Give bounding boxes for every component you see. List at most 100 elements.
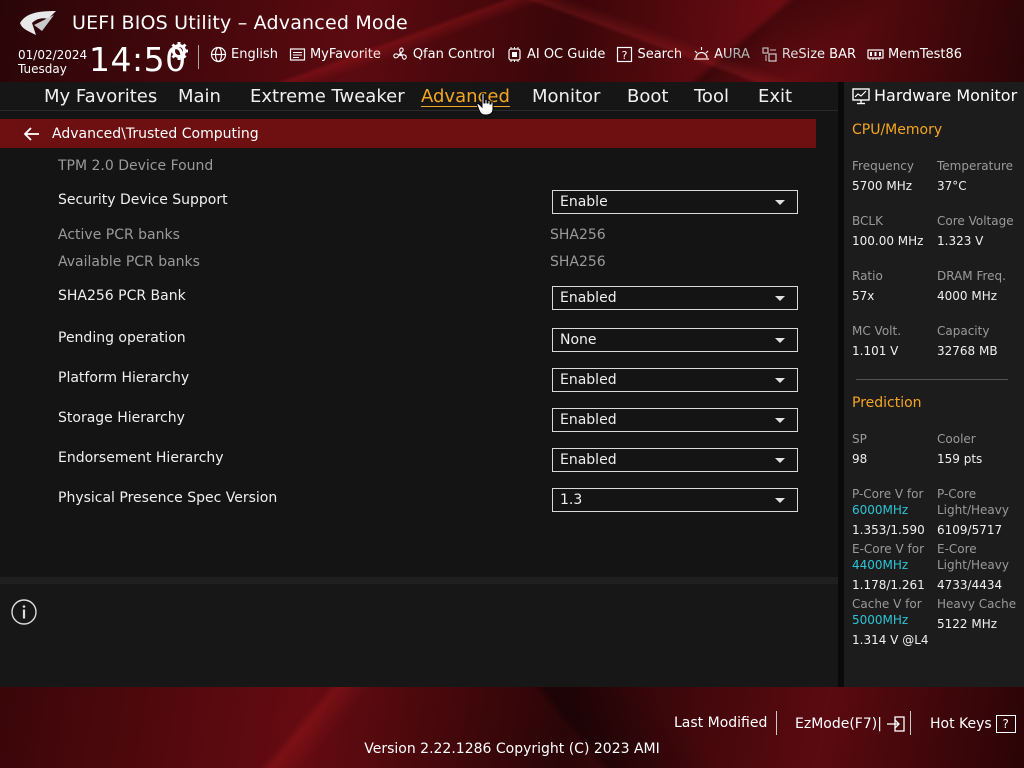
stat-label: Core Voltage — [937, 214, 1014, 228]
chevron-down-icon — [775, 417, 785, 423]
memtest86-label: MemTest86 — [888, 47, 963, 62]
back-arrow-icon[interactable] — [22, 126, 42, 142]
dropdown-value: None — [560, 332, 597, 348]
tab-exit[interactable]: Exit — [758, 86, 792, 107]
footer-separator — [910, 711, 911, 735]
qfan-label: Qfan Control — [412, 47, 495, 62]
fan-icon — [393, 47, 407, 60]
tab-monitor[interactable]: Monitor — [532, 86, 600, 107]
search-button[interactable]: ? Search — [616, 46, 682, 63]
date-text: 01/02/2024 — [18, 48, 88, 62]
tab-extreme-tweaker[interactable]: Extreme Tweaker — [250, 86, 405, 107]
stat-value: 1.353/1.590 — [852, 523, 925, 537]
stat-label: Heavy Cache — [937, 597, 1017, 611]
search-label: Search — [637, 47, 683, 62]
tab-main[interactable]: Main — [178, 86, 221, 107]
storage-hierarchy-dropdown[interactable]: Enabled — [552, 408, 798, 432]
mc-volt-stat: MC Volt. 1.101 V — [852, 323, 901, 359]
help-panel — [0, 584, 838, 687]
tab-boot[interactable]: Boot — [627, 86, 668, 107]
myfavorite-button[interactable]: MyFavorite — [289, 46, 381, 63]
version-text: Version 2.22.1286 Copyright (C) 2023 AMI — [364, 741, 660, 757]
setting-label-active-pcr-banks: Active PCR banks — [58, 227, 180, 243]
header-bar: UEFI BIOS Utility – Advanced Mode 01/02/… — [0, 0, 1024, 82]
setting-label-pending-operation: Pending operation — [58, 330, 186, 346]
chevron-down-icon — [775, 199, 785, 205]
stat-value: 5122 MHz — [937, 617, 998, 631]
endorsement-hierarchy-dropdown[interactable]: Enabled — [552, 448, 798, 472]
stat-value: 1.314 V @L4 — [852, 633, 929, 647]
capacity-stat: Capacity 32768 MB — [937, 323, 998, 359]
stat-value: 1.101 V — [852, 344, 899, 358]
favorite-icon — [289, 48, 306, 61]
main-menu: My Favorites Main Extreme Tweaker Advanc… — [0, 82, 838, 111]
memtest86-button[interactable]: MemTest86 — [867, 46, 962, 63]
ratio-stat: Ratio 57x — [852, 268, 883, 304]
breadcrumb: Advanced\Trusted Computing — [0, 119, 816, 148]
setting-label-platform-hierarchy: Platform Hierarchy — [58, 370, 190, 386]
physical-presence-spec-version-dropdown[interactable]: 1.3 — [552, 488, 798, 512]
dropdown-value: Enable — [560, 194, 608, 210]
pending-operation-dropdown[interactable]: None — [552, 328, 798, 352]
platform-hierarchy-dropdown[interactable]: Enabled — [552, 368, 798, 392]
bclk-stat: BCLK 100.00 MHz — [852, 213, 923, 249]
language-button[interactable]: English — [210, 46, 278, 63]
stat-label: Cache V for — [852, 597, 922, 611]
stat-value: 98 — [852, 452, 868, 466]
stat-label: DRAM Freq. — [937, 269, 1006, 283]
core-voltage-stat: Core Voltage 1.323 V — [937, 213, 1014, 249]
settings-panel: TPM 2.0 Device Found Security Device Sup… — [0, 148, 838, 578]
question-key-icon: ? — [995, 715, 1016, 733]
resize-bar-button[interactable]: ReSize BAR — [761, 46, 856, 63]
heavy-cache-stat: Heavy Cache 5122 MHz — [937, 596, 1016, 632]
stat-label: E-Core — [937, 542, 977, 556]
setting-label-available-pcr-banks: Available PCR banks — [58, 254, 200, 270]
hot-keys-button[interactable]: Hot Keys ? — [930, 715, 1016, 733]
ezmode-button[interactable]: EzMode(F7)| — [795, 715, 906, 733]
stat-value: 1.323 V — [937, 234, 984, 248]
tab-tool[interactable]: Tool — [694, 86, 729, 107]
stat-value: 4000 MHz — [937, 289, 998, 303]
ecore-light-heavy-stat: E-Core Light/Heavy 4733/4434 — [937, 541, 1009, 593]
frequency-stat: Frequency 5700 MHz — [852, 158, 914, 194]
stat-freq: 5000MHz — [852, 613, 909, 627]
ai-oc-guide-button[interactable]: AI OC Guide — [506, 46, 605, 63]
last-modified-button[interactable]: Last Modified — [674, 715, 767, 731]
breadcrumb-path: Advanced\Trusted Computing — [52, 125, 259, 142]
memory-icon — [867, 49, 884, 60]
exit-arrow-icon — [886, 716, 905, 732]
dropdown-value: Enabled — [560, 372, 617, 388]
gear-icon[interactable] — [170, 42, 188, 60]
stat-label: E-Core V for — [852, 542, 925, 556]
qfan-control-button[interactable]: Qfan Control — [392, 46, 495, 63]
setting-label-physical-presence-spec-version: Physical Presence Spec Version — [58, 490, 278, 506]
tpm-found-text: TPM 2.0 Device Found — [58, 158, 214, 174]
resize-bar-icon — [762, 47, 777, 62]
chip-icon — [508, 47, 521, 62]
language-label: English — [231, 47, 278, 62]
chevron-down-icon — [775, 497, 785, 503]
setting-label-endorsement-hierarchy: Endorsement Hierarchy — [58, 450, 224, 466]
stat-label: SP — [852, 432, 867, 446]
stat-label: Light/Heavy — [937, 503, 1009, 517]
available-pcr-banks-value: SHA256 — [550, 254, 606, 270]
myfavorite-label: MyFavorite — [309, 47, 381, 62]
stat-label: MC Volt. — [852, 324, 902, 338]
setting-label-security-device-support: Security Device Support — [58, 192, 228, 208]
sp-stat: SP 98 — [852, 431, 867, 467]
stat-label: Capacity — [937, 324, 990, 338]
chevron-down-icon — [775, 337, 785, 343]
hand-cursor-icon — [476, 92, 494, 116]
dropdown-value: 1.3 — [560, 492, 583, 508]
sha256-pcr-bank-dropdown[interactable]: Enabled — [552, 286, 798, 310]
active-pcr-banks-value: SHA256 — [550, 227, 606, 243]
monitor-icon — [852, 87, 870, 104]
stat-value: 4733/4434 — [937, 578, 1003, 592]
tab-my-favorites[interactable]: My Favorites — [44, 86, 157, 107]
app-title: UEFI BIOS Utility – Advanced Mode — [72, 12, 408, 34]
security-device-support-dropdown[interactable]: Enable — [552, 190, 798, 214]
aura-button[interactable]: AURA — [693, 46, 750, 63]
cooler-stat: Cooler 159 pts — [937, 431, 982, 467]
globe-icon — [210, 46, 227, 63]
stat-label: Ratio — [852, 269, 883, 283]
